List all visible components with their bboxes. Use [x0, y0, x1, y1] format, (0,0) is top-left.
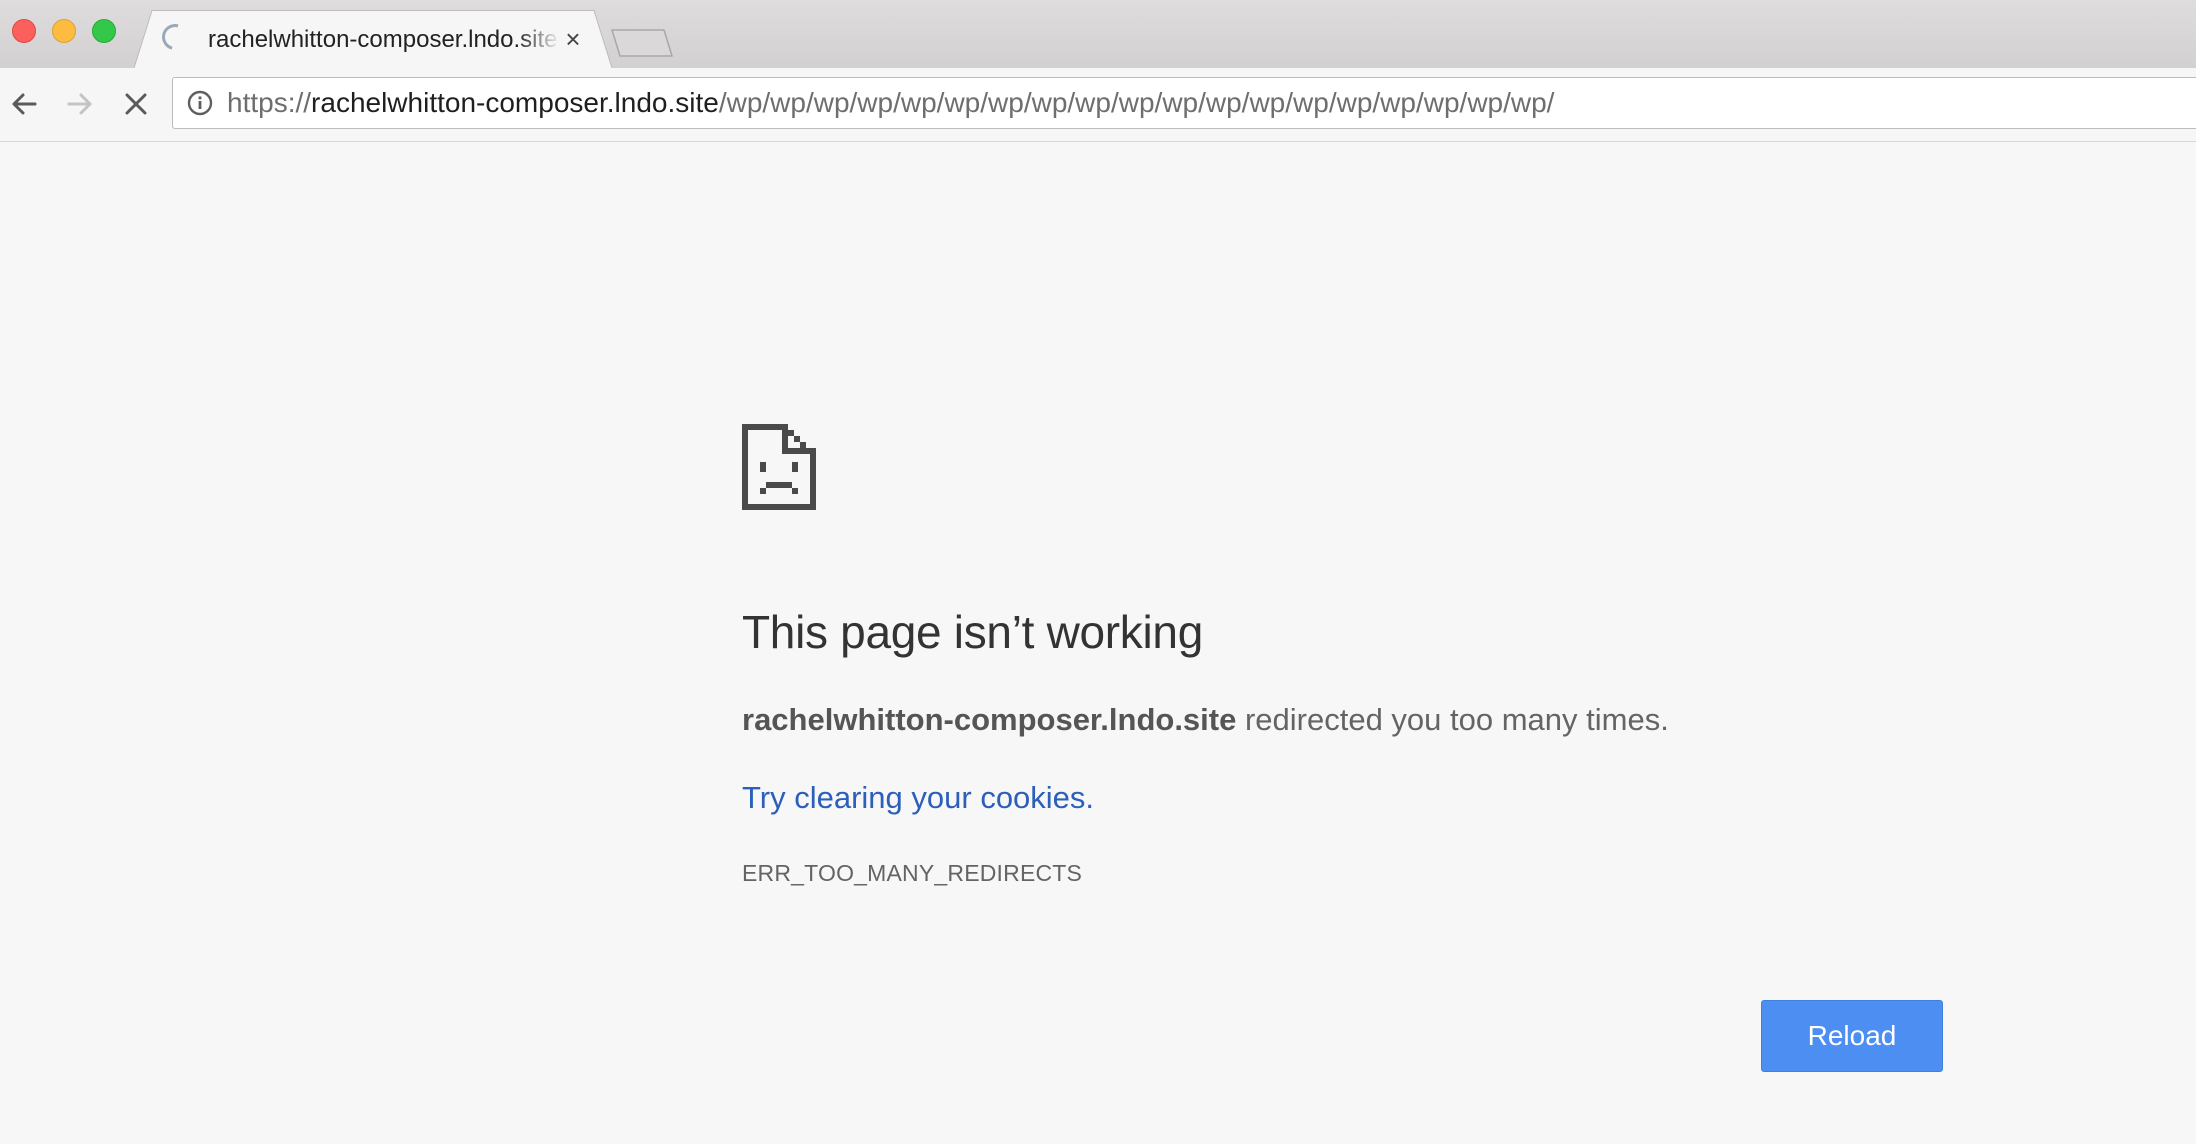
tab-close-icon[interactable]: × — [562, 26, 584, 52]
stop-loading-icon — [125, 93, 147, 115]
error-code: ERR_TOO_MANY_REDIRECTS — [742, 860, 1083, 886]
error-suggestion: Try clearing your cookies. — [742, 778, 1094, 818]
tab-strip: rachelwhitton-composer.lndo.site × — [0, 0, 2196, 68]
url-text[interactable]: https://rachelwhitton-composer.lndo.site… — [227, 87, 1554, 119]
reload-button[interactable]: Reload — [1761, 1000, 1943, 1072]
new-tab-button[interactable] — [608, 26, 676, 60]
error-domain: rachelwhitton-composer.lndo.site — [742, 702, 1237, 737]
address-bar[interactable]: https://rachelwhitton-composer.lndo.site… — [172, 77, 2196, 129]
back-button[interactable] — [2, 82, 46, 126]
browser-toolbar: https://rachelwhitton-composer.lndo.site… — [0, 68, 2196, 142]
window-close-button[interactable] — [12, 19, 36, 43]
error-heading: This page isn’t working — [742, 606, 1203, 658]
url-host: rachelwhitton-composer.lndo.site — [311, 87, 719, 118]
window-zoom-button[interactable] — [92, 19, 116, 43]
back-arrow-icon — [12, 93, 37, 115]
site-info-icon[interactable] — [187, 90, 213, 116]
sad-page-icon — [742, 424, 816, 510]
url-path: /wp/wp/wp/wp/wp/wp/wp/wp/wp/wp/wp/wp/wp/… — [718, 87, 1555, 118]
window-minimize-button[interactable] — [52, 19, 76, 43]
suggestion-period: . — [1085, 780, 1095, 815]
stop-button[interactable] — [114, 82, 158, 126]
clear-cookies-link[interactable]: Try clearing your cookies — [742, 780, 1085, 815]
error-message: rachelwhitton-composer.lndo.site redirec… — [742, 700, 1669, 740]
error-message-text: redirected you too many times. — [1236, 702, 1669, 737]
tab-title: rachelwhitton-composer.lndo.site — [208, 26, 558, 53]
forward-button[interactable] — [58, 82, 102, 126]
forward-arrow-icon — [67, 93, 92, 115]
url-scheme: https:// — [227, 87, 312, 118]
